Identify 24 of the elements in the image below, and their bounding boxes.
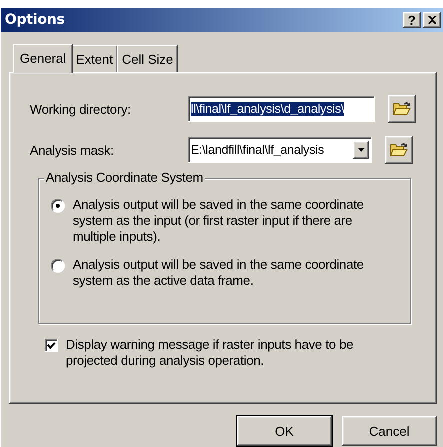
- open-folder-icon: [390, 142, 408, 158]
- field-label: Analysis mask:: [30, 142, 115, 158]
- tab[interactable]: Cell Size: [117, 45, 178, 72]
- close-icon: [428, 16, 436, 24]
- browse-button[interactable]: [388, 95, 416, 123]
- help-button[interactable]: ?: [403, 12, 421, 28]
- input-field[interactable]: ll\final\lf_analysis\d_analysis\: [188, 96, 375, 122]
- tab[interactable]: Extent: [71, 45, 118, 72]
- option-label: Analysis output will be saved in the same coordinate system as the input (or first raster input if there are multiple inputs).: [73, 197, 365, 245]
- group-title: Analysis Coordinate System: [44, 170, 206, 185]
- checkbox[interactable]: [45, 339, 58, 352]
- close-button[interactable]: [423, 12, 441, 28]
- ok-button[interactable]: OK: [237, 416, 332, 446]
- window-title: Options: [5, 12, 66, 28]
- field-label: Working directory:: [30, 102, 132, 116]
- open-folder-icon: [393, 101, 411, 117]
- radio-button[interactable]: [51, 259, 65, 273]
- browse-button[interactable]: [385, 136, 413, 164]
- cancel-button[interactable]: Cancel: [342, 416, 437, 446]
- option-label: Analysis output will be saved in the same coordinate system as the active data frame.: [73, 257, 365, 289]
- radio-button[interactable]: [51, 199, 65, 213]
- dropdown-field[interactable]: E:\landfill\final\lf_analysis: [188, 137, 372, 163]
- tab[interactable]: General: [13, 44, 74, 73]
- checkbox-label: Display warning message if raster inputs have to be projected during analysis operation.: [66, 337, 355, 369]
